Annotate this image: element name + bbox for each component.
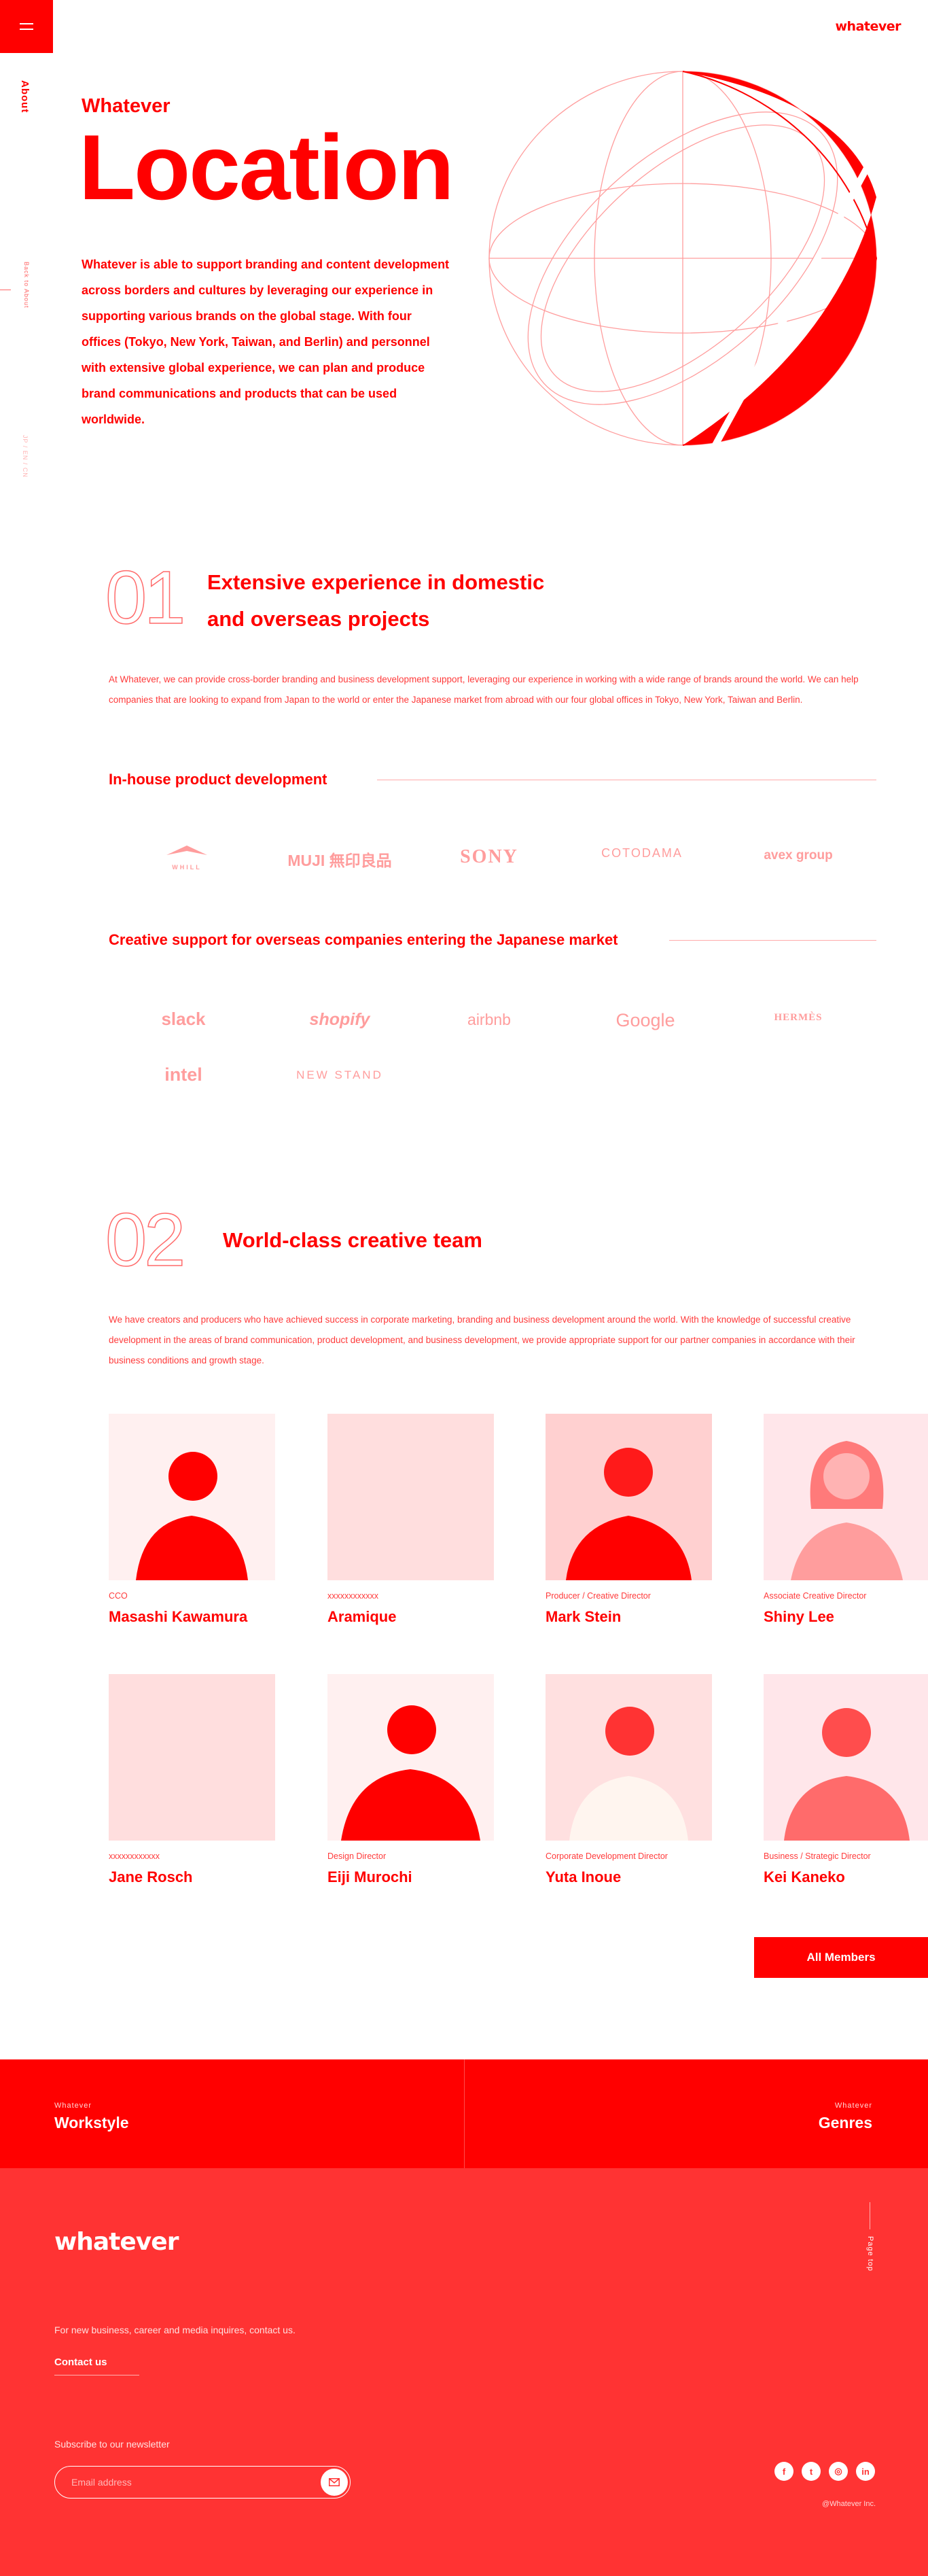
nav-small-label: Whatever [54,2102,92,2110]
nav-small-label: Whatever [834,2102,872,2110]
nav-genres[interactable]: Whatever Genres [465,2059,928,2168]
person-portrait [764,1414,928,1580]
section-title-01-line1: Extensive experience in domestic [207,570,545,594]
member-photo-stein[interactable] [546,1414,712,1580]
menu-button[interactable] [0,0,53,53]
support-heading: Creative support for overseas companies … [109,931,618,948]
section-text-01: At Whatever, we can provide cross-border… [109,674,859,705]
hamburger-icon [20,23,33,24]
twitter-icon[interactable]: t [802,2462,821,2481]
member-name[interactable]: Aramique [327,1608,396,1626]
nav-workstyle[interactable]: Whatever Workstyle [0,2059,464,2168]
next-pages-nav: Whatever Workstyle Whatever Genres [0,2059,928,2168]
logo-slack: slack [161,1009,206,1029]
subscribe-button[interactable] [321,2469,348,2496]
linkedin-icon[interactable]: in [856,2462,875,2481]
member-photo-murochi[interactable] [327,1674,494,1841]
logo-muji: MUJI 無印良品 [287,852,392,869]
member-photo-rosch[interactable] [109,1674,275,1841]
section-title-01-line2: and overseas projects [207,607,430,631]
social-links: f t ◎ in [774,2462,875,2481]
member-name[interactable]: Eiji Murochi [327,1868,412,1886]
page-title: Location [79,116,454,219]
logo-whill: WHILL [143,843,231,871]
footer-logo[interactable]: whatever [54,2228,179,2256]
logo-intel: intel [164,1064,202,1085]
person-portrait [546,1674,712,1841]
instagram-icon[interactable]: ◎ [829,2462,848,2481]
facebook-icon[interactable]: f [774,2462,793,2481]
hero-description: Whatever is able to support branding and… [82,258,450,426]
newsletter-form [54,2466,351,2499]
member-role: Producer / Creative Director [546,1591,651,1601]
inhouse-heading: In-house product development [109,771,327,788]
nav-genres-label: Genres [818,2114,872,2131]
member-role: Associate Creative Director [764,1591,867,1601]
logo-shopify: shopify [309,1010,370,1029]
logo-newstand: NEW STAND [296,1068,383,1081]
member-role: xxxxxxxxxxxx [109,1851,160,1861]
member-role: xxxxxxxxxxxx [327,1591,378,1601]
member-name[interactable]: Jane Rosch [109,1868,193,1886]
language-switch[interactable]: JP / EN / CN [22,435,29,478]
logo-hermes: HERMÈS [774,1012,823,1023]
person-portrait [109,1414,275,1580]
email-input[interactable] [71,2475,302,2490]
member-name[interactable]: Mark Stein [546,1608,621,1626]
hero-subtitle: Whatever [82,95,171,117]
section-number-01: 01 [105,556,186,640]
globe-illustration [488,71,878,451]
member-photo-kawamura[interactable] [109,1414,275,1580]
member-role: CCO [109,1591,128,1601]
back-to-about-link[interactable]: Back to About [23,262,30,309]
page-top-link[interactable]: Page top [866,2236,874,2272]
member-role: Design Director [327,1851,387,1861]
copyright: @Whatever Inc. [822,2500,876,2508]
member-name[interactable]: Masashi Kawamura [109,1608,247,1626]
section-number-02: 02 [105,1198,186,1282]
logo-google: Google [615,1010,675,1030]
sidebar-about[interactable]: About [19,80,31,113]
person-portrait [327,1674,494,1841]
logo-airbnb: airbnb [467,1011,511,1028]
member-name[interactable]: Kei Kaneko [764,1868,845,1886]
section-title-02: World-class creative team [223,1228,482,1252]
newsletter-label: Subscribe to our newsletter [54,2439,170,2450]
whill-icon [166,846,207,855]
logo-avex: avex group [764,848,833,863]
support-divider [669,940,876,941]
member-photo-aramique[interactable] [327,1414,494,1580]
logo-cotodama: COTODAMA [601,846,683,860]
brand-logo[interactable]: whatever [835,19,901,34]
person-portrait [546,1414,712,1580]
member-photo-lee[interactable] [764,1414,928,1580]
footer-inquiry-text: For new business, career and media inqui… [54,2325,296,2335]
member-photo-kaneko[interactable] [764,1674,928,1841]
person-portrait [764,1674,928,1841]
section-text-02: We have creators and producers who have … [109,1315,855,1365]
nav-workstyle-label: Workstyle [54,2114,129,2131]
member-photo-inoue[interactable] [546,1674,712,1841]
member-role: Business / Strategic Director [764,1851,871,1861]
mail-icon [329,2478,340,2486]
contact-link[interactable]: Contact us [54,2356,139,2375]
all-members-button[interactable]: All Members [754,1937,928,1978]
member-role: Corporate Development Director [546,1851,668,1861]
member-name[interactable]: Yuta Inoue [546,1868,621,1886]
logo-sony: SONY [460,846,518,867]
footer: whatever For new business, career and me… [0,2168,928,2576]
member-name[interactable]: Shiny Lee [764,1608,834,1626]
